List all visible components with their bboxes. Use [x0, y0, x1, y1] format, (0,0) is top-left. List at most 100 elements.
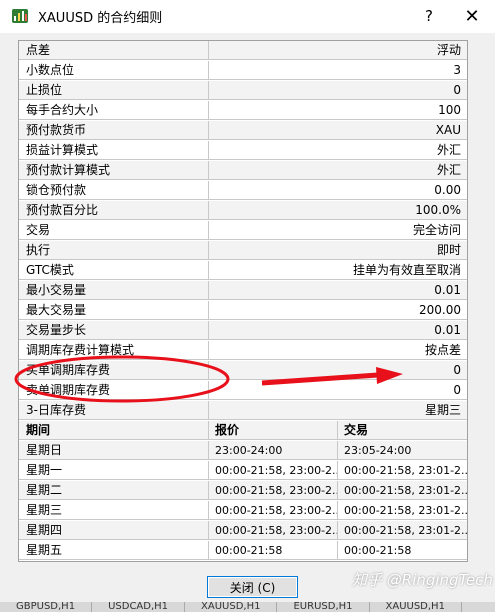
session-quote: 00:00-21:58, 23:00-2... — [209, 481, 338, 500]
property-label: 交易 — [19, 221, 209, 240]
session-row[interactable]: 星期四 00:00-21:58, 23:00-2... 00:00-21:58, 2… — [19, 521, 467, 541]
session-trade: 00:00-21:58, 23:01-2... — [338, 481, 467, 500]
chart-app-icon — [12, 9, 28, 23]
property-value: 200.00 — [209, 301, 467, 320]
property-value: 100 — [209, 101, 467, 120]
chart-tab[interactable]: USDCAD,H1 — [92, 602, 186, 612]
session-row[interactable]: 星期三 00:00-21:58, 23:00-2... 00:00-21:58, 2… — [19, 501, 467, 521]
property-label: 预付款货币 — [19, 121, 209, 140]
session-quote: 00:00-21:58, 23:00-2... — [209, 461, 338, 480]
session-row[interactable]: 星期日 23:00-24:00 23:05-24:00 — [19, 441, 467, 461]
session-trade: 00:00-21:58 — [338, 541, 467, 560]
property-value: 即时 — [209, 241, 467, 260]
property-label: 买单调期库存费 — [19, 361, 209, 380]
property-row[interactable]: 买单调期库存费 0 — [19, 361, 467, 381]
quote-header: 报价 — [209, 421, 338, 440]
window-title: XAUUSD 的合约细则 — [38, 11, 163, 26]
property-label: 卖单调期库存费 — [19, 381, 209, 400]
chart-tab[interactable]: EURUSD,H1 — [277, 602, 370, 612]
property-label: 执行 — [19, 241, 209, 260]
close-icon: ✕ — [464, 5, 480, 27]
property-label: 止损位 — [19, 81, 209, 100]
session-day: 星期三 — [19, 501, 209, 520]
property-label: 预付款百分比 — [19, 201, 209, 220]
property-label: 小数点位 — [19, 61, 209, 80]
property-row[interactable]: 损益计算模式 外汇 — [19, 141, 467, 161]
property-value: 0.01 — [209, 321, 467, 340]
session-trade: 00:00-21:58, 23:01-2... — [338, 501, 467, 520]
watermark: 知乎 @RingingTech — [352, 571, 493, 589]
session-quote: 00:00-21:58, 23:00-2... — [209, 521, 338, 540]
property-label: GTC模式 — [19, 261, 209, 280]
property-row[interactable]: 最小交易量 0.01 — [19, 281, 467, 301]
property-value: 完全访问 — [209, 221, 467, 240]
session-row[interactable]: 星期一 00:00-21:58, 23:00-2... 00:00-21:58, 2… — [19, 461, 467, 481]
trade-header: 交易 — [338, 421, 467, 440]
property-row[interactable]: GTC模式 挂单为有效直至取消 — [19, 261, 467, 281]
property-label: 点差 — [19, 41, 209, 60]
session-day: 星期五 — [19, 541, 209, 560]
property-row[interactable]: 预付款计算模式 外汇 — [19, 161, 467, 181]
property-label: 最小交易量 — [19, 281, 209, 300]
title-bar: XAUUSD 的合约细则 ? ✕ — [0, 0, 495, 33]
session-trade: 00:00-21:58, 23:01-2... — [338, 521, 467, 540]
session-row[interactable]: 星期五 00:00-21:58 00:00-21:58 — [19, 541, 467, 561]
property-label: 锁仓预付款 — [19, 181, 209, 200]
property-row[interactable]: 预付款货币 XAU — [19, 121, 467, 141]
close-window-button[interactable]: ✕ — [452, 2, 492, 30]
session-trade: 00:00-21:58, 23:01-2... — [338, 461, 467, 480]
property-value: 挂单为有效直至取消 — [209, 261, 467, 280]
property-row[interactable]: 交易量步长 0.01 — [19, 321, 467, 341]
property-row[interactable]: 小数点位 3 — [19, 61, 467, 81]
chart-tab-bar: GBPUSD,H1 USDCAD,H1 XAUUSD,H1 EURUSD,H1 XAUU… — [0, 602, 495, 612]
property-row[interactable]: 锁仓预付款 0.00 — [19, 181, 467, 201]
property-label: 调期库存费计算模式 — [19, 341, 209, 360]
session-day: 星期四 — [19, 521, 209, 540]
property-value: 浮动 — [209, 41, 467, 60]
property-value: 按点差 — [209, 341, 467, 360]
property-row[interactable]: 卖单调期库存费 0 — [19, 381, 467, 401]
session-quote: 00:00-21:58, 23:00-2... — [209, 501, 338, 520]
property-label: 3-日库存费 — [19, 401, 209, 420]
property-row[interactable]: 3-日库存费 星期三 — [19, 401, 467, 421]
chart-tab[interactable]: XAUUSD,H1 — [370, 602, 462, 612]
property-label: 最大交易量 — [19, 301, 209, 320]
close-button[interactable]: 关闭 (C) — [207, 576, 298, 598]
property-row[interactable]: 执行 即时 — [19, 241, 467, 261]
session-quote: 23:00-24:00 — [209, 441, 338, 460]
session-quote: 00:00-21:58 — [209, 541, 338, 560]
property-value: 0.00 — [209, 181, 467, 200]
property-value: 外汇 — [209, 161, 467, 180]
property-value: 100.0% — [209, 201, 467, 220]
contract-spec-list[interactable]: 点差 浮动 小数点位 3 止损位 0 每手合约大小 100 预付款货币 XAU 损益计算模式 外汇 预付… — [18, 40, 468, 562]
property-row[interactable]: 点差 浮动 — [19, 41, 467, 61]
property-label: 损益计算模式 — [19, 141, 209, 160]
property-value: 0.01 — [209, 281, 467, 300]
property-row[interactable]: 交易 完全访问 — [19, 221, 467, 241]
property-row[interactable]: 最大交易量 200.00 — [19, 301, 467, 321]
session-day: 星期日 — [19, 441, 209, 460]
property-value: 0 — [209, 361, 467, 380]
property-value: 0 — [209, 381, 467, 400]
property-row[interactable]: 每手合约大小 100 — [19, 101, 467, 121]
property-row[interactable]: 预付款百分比 100.0% — [19, 201, 467, 221]
session-trade: 23:05-24:00 — [338, 441, 467, 460]
help-button[interactable]: ? — [409, 2, 449, 30]
property-row[interactable]: 调期库存费计算模式 按点差 — [19, 341, 467, 361]
chart-tab[interactable]: XAUUSD,H1 — [185, 602, 278, 612]
property-value: 3 — [209, 61, 467, 80]
session-day: 星期二 — [19, 481, 209, 500]
property-value: 星期三 — [209, 401, 467, 420]
chart-tab[interactable]: GBPUSD,H1 — [0, 602, 93, 612]
property-row[interactable]: 止损位 0 — [19, 81, 467, 101]
property-label: 预付款计算模式 — [19, 161, 209, 180]
period-header: 期间 — [19, 421, 209, 440]
property-value: XAU — [209, 121, 467, 140]
property-value: 外汇 — [209, 141, 467, 160]
session-row[interactable]: 星期二 00:00-21:58, 23:00-2... 00:00-21:58, 2… — [19, 481, 467, 501]
property-label: 交易量步长 — [19, 321, 209, 340]
property-value: 0 — [209, 81, 467, 100]
session-day: 星期一 — [19, 461, 209, 480]
property-label: 每手合约大小 — [19, 101, 209, 120]
sessions-header: 期间 报价 交易 — [19, 421, 467, 441]
